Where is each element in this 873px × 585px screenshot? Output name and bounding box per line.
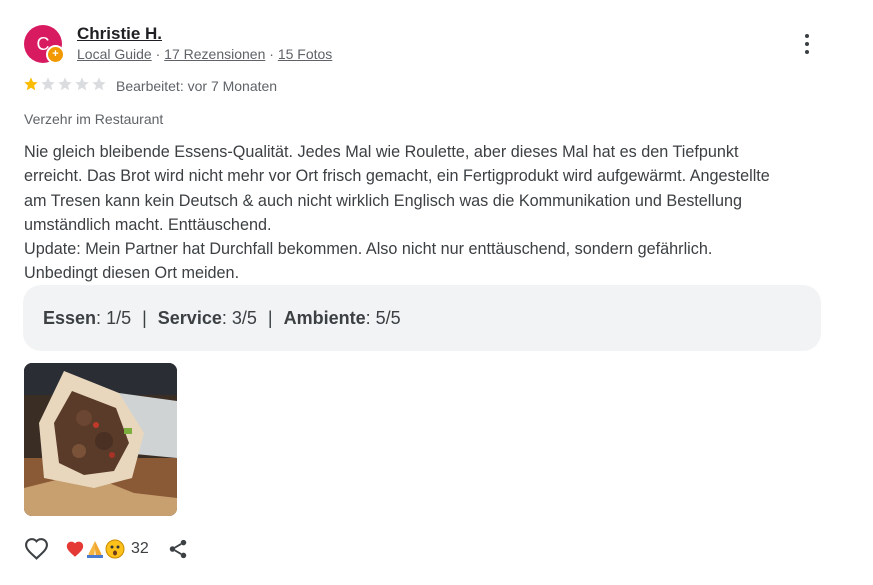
service-rating: 3/5: [231, 307, 257, 328]
reaction-count: 32: [131, 539, 149, 557]
reaction-emojis[interactable]: [65, 539, 125, 559]
food-rating: 1/5: [106, 307, 132, 328]
shocked-face-emoji-icon: [105, 539, 125, 558]
divider: |: [267, 307, 273, 328]
author-name[interactable]: Christie H.: [77, 24, 162, 44]
ambience-label: Ambiente: [283, 307, 366, 328]
star-icon-empty: [58, 77, 72, 91]
review-line: Nie gleich bleibende Essens-Qualität. Je…: [24, 143, 739, 161]
heart-emoji-icon: [66, 541, 84, 557]
review-text: Nie gleich bleibende Essens-Qualität. Je…: [24, 140, 824, 286]
local-guide-link[interactable]: Local Guide: [77, 46, 152, 62]
divider: |: [142, 307, 147, 328]
review-line: Update: Mein Partner hat Durchfall bekom…: [24, 240, 713, 259]
review-line: am Tresen kann kein Deutsch & auch nicht…: [24, 191, 743, 210]
review-line: Unbedingt diesen Ort meiden.: [24, 264, 240, 283]
review-actions: 32: [24, 537, 189, 560]
visit-type: Verzehr im Restaurant: [24, 111, 164, 127]
star-icon-filled: [24, 77, 38, 91]
review-photo[interactable]: [24, 363, 177, 516]
star-icon-empty: [41, 77, 55, 91]
edited-timestamp: Bearbeitet: vor 7 Monaten: [116, 78, 278, 94]
food-label: Essen: [43, 307, 97, 328]
avatar[interactable]: C +: [24, 25, 65, 64]
star-rating: [23, 76, 107, 92]
review-line: erreicht. Das Brot wird nicht mehr vor O…: [24, 167, 770, 186]
praying-hands-emoji-icon: [87, 540, 103, 558]
more-options-icon[interactable]: [797, 31, 817, 57]
star-icon-empty: [92, 77, 106, 91]
share-icon[interactable]: [167, 538, 189, 560]
ambience-rating: 5/5: [375, 307, 401, 328]
sub-ratings: Essen: 1/5 | Service: 3/5 | Ambiente: 5/…: [23, 285, 821, 351]
service-label: Service: [157, 307, 222, 328]
star-icon-empty: [75, 77, 89, 91]
review-line: umständlich macht. Enttäuschend.: [24, 215, 272, 234]
local-guide-badge-icon: +: [46, 45, 65, 64]
author-meta: Local Guide · 17 Rezensionen · 15 Fotos: [77, 46, 333, 62]
reviews-count-link[interactable]: 17 Rezensionen: [164, 46, 265, 62]
like-heart-icon[interactable]: [24, 537, 49, 560]
photos-count-link[interactable]: 15 Fotos: [278, 46, 332, 62]
